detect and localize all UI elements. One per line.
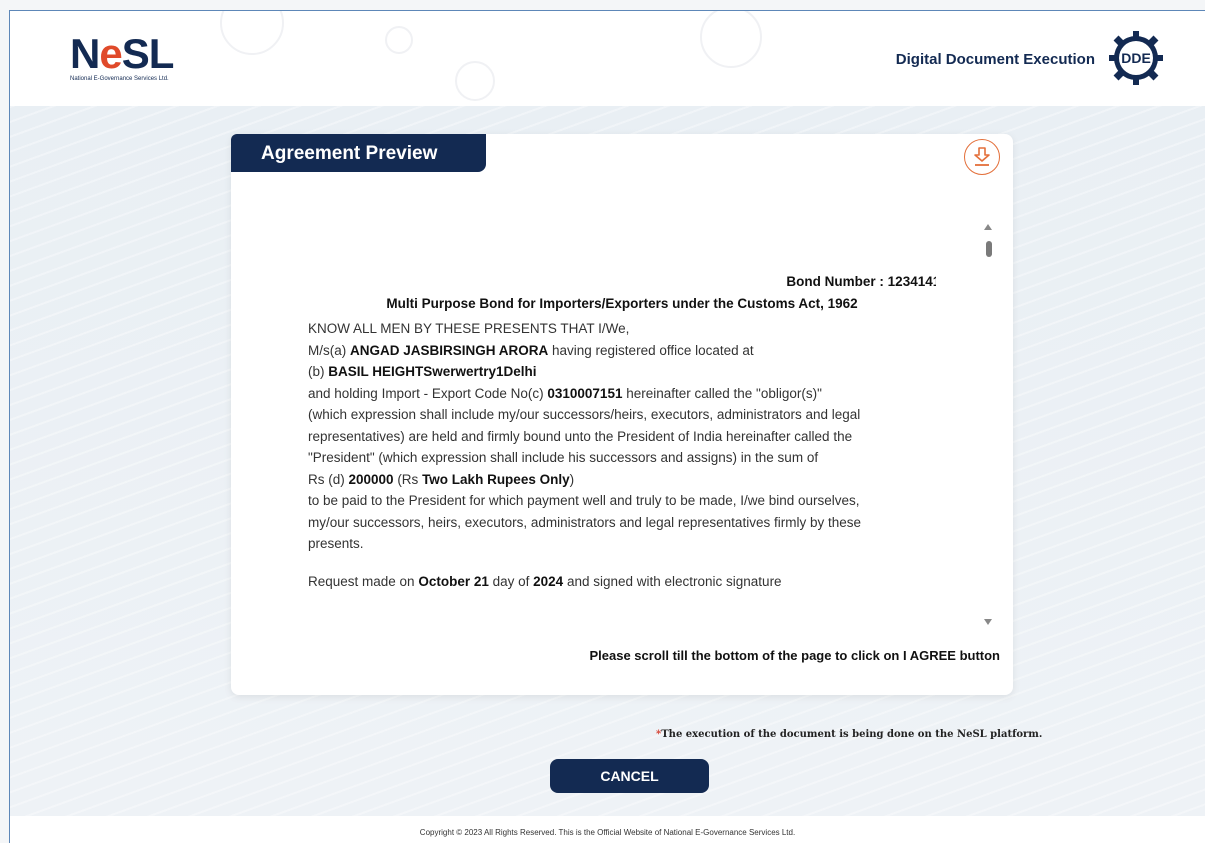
doc-line: Request made on October 21 day of 2024 a…	[308, 571, 936, 593]
footer: Copyright © 2023 All Rights Reserved. Th…	[10, 816, 1205, 843]
doc-line: and holding Import - Export Code No(c) 0…	[308, 383, 936, 405]
download-button[interactable]	[964, 139, 1000, 175]
bond-number: 12341411	[887, 274, 936, 289]
obligor-name: ANGAD JASBIRSINGH ARORA	[350, 342, 549, 358]
agreement-document: Bond Number : 12341411 Multi Purpose Bon…	[308, 271, 936, 631]
nesl-logo[interactable]: NeSL National E-Governance Services Ltd.	[70, 33, 200, 93]
platform-note-text: The execution of the document is being d…	[661, 729, 1043, 740]
dde-logo-icon: DDE	[1107, 29, 1165, 87]
doc-text: M/s(a)	[308, 342, 350, 358]
bond-amount: 200000	[348, 471, 394, 487]
doc-text: (b)	[308, 364, 329, 379]
platform-note: *The execution of the document is being …	[656, 729, 1042, 740]
bond-number-label: Bond Number :	[786, 274, 888, 289]
doc-line: M/s(a) ANGAD JASBIRSINGH ARORA having re…	[308, 340, 936, 362]
doc-line: to be paid to the President for which pa…	[308, 493, 860, 508]
doc-line: (which expression shall include my/our s…	[308, 407, 861, 422]
header: NeSL National E-Governance Services Ltd.…	[10, 11, 1205, 107]
doc-text: day of	[488, 573, 534, 589]
request-year: 2024	[533, 573, 564, 589]
doc-text: )	[569, 471, 575, 487]
doc-text: Request made on	[308, 573, 419, 589]
doc-line: KNOW ALL MEN BY THESE PRESENTS THAT I/We…	[308, 321, 630, 336]
app-frame: NeSL National E-Governance Services Ltd.…	[9, 10, 1205, 843]
agreement-preview-card: Agreement Preview Bond Number : 12341411…	[231, 134, 1013, 695]
doc-line: Rs (d) 200000 (Rs Two Lakh Rupees Only)	[308, 469, 936, 491]
dde-label: DDE	[1121, 50, 1151, 66]
request-date: October 21	[418, 573, 489, 589]
scroll-up-arrow-icon[interactable]	[984, 224, 992, 230]
doc-line: my/our successors, heirs, executors, adm…	[308, 514, 861, 530]
decor-circle	[385, 26, 413, 54]
doc-text: Rs (d)	[308, 471, 349, 487]
doc-text: having registered office located at	[548, 342, 754, 358]
decor-circle	[700, 11, 762, 68]
doc-text: and holding Import - Export Code No(c)	[308, 385, 548, 401]
doc-line: (b) BASIL HEIGHTSwerwertry1Delhi	[308, 361, 936, 383]
bond-number-line: Bond Number : 12341411	[308, 271, 936, 293]
decor-circle	[455, 61, 495, 101]
copyright-text: Copyright © 2023 All Rights Reserved. Th…	[419, 828, 796, 837]
scroll-thumb[interactable]	[986, 241, 992, 257]
logo-mark: NeSL	[70, 30, 174, 77]
doc-line: representatives) are held and firmly bou…	[308, 428, 853, 444]
iec-code: 0310007151	[547, 385, 623, 401]
cancel-button[interactable]: CANCEL	[550, 759, 709, 793]
scroll-down-arrow-icon[interactable]	[984, 619, 992, 625]
doc-line: "President" (which expression shall incl…	[308, 450, 819, 465]
obligor-address: BASIL HEIGHTSwerwertry1Delhi	[328, 364, 537, 379]
doc-line: presents.	[308, 536, 364, 551]
logo-subtitle: National E-Governance Services Ltd.	[70, 76, 169, 82]
document-scrollbar[interactable]	[983, 224, 995, 625]
decor-circle	[220, 11, 284, 55]
doc-text: and signed with electronic signature	[563, 573, 782, 589]
amount-in-words: Two Lakh Rupees Only	[422, 471, 570, 487]
doc-text: (Rs	[393, 471, 423, 487]
doc-text: hereinafter called the "obligor(s)"	[622, 385, 822, 401]
download-icon	[974, 147, 990, 166]
document-title: Multi Purpose Bond for Importers/Exporte…	[386, 295, 858, 311]
card-title: Agreement Preview	[231, 134, 486, 172]
scroll-instruction: Please scroll till the bottom of the pag…	[589, 648, 1000, 663]
header-title: Digital Document Execution	[895, 51, 1095, 68]
